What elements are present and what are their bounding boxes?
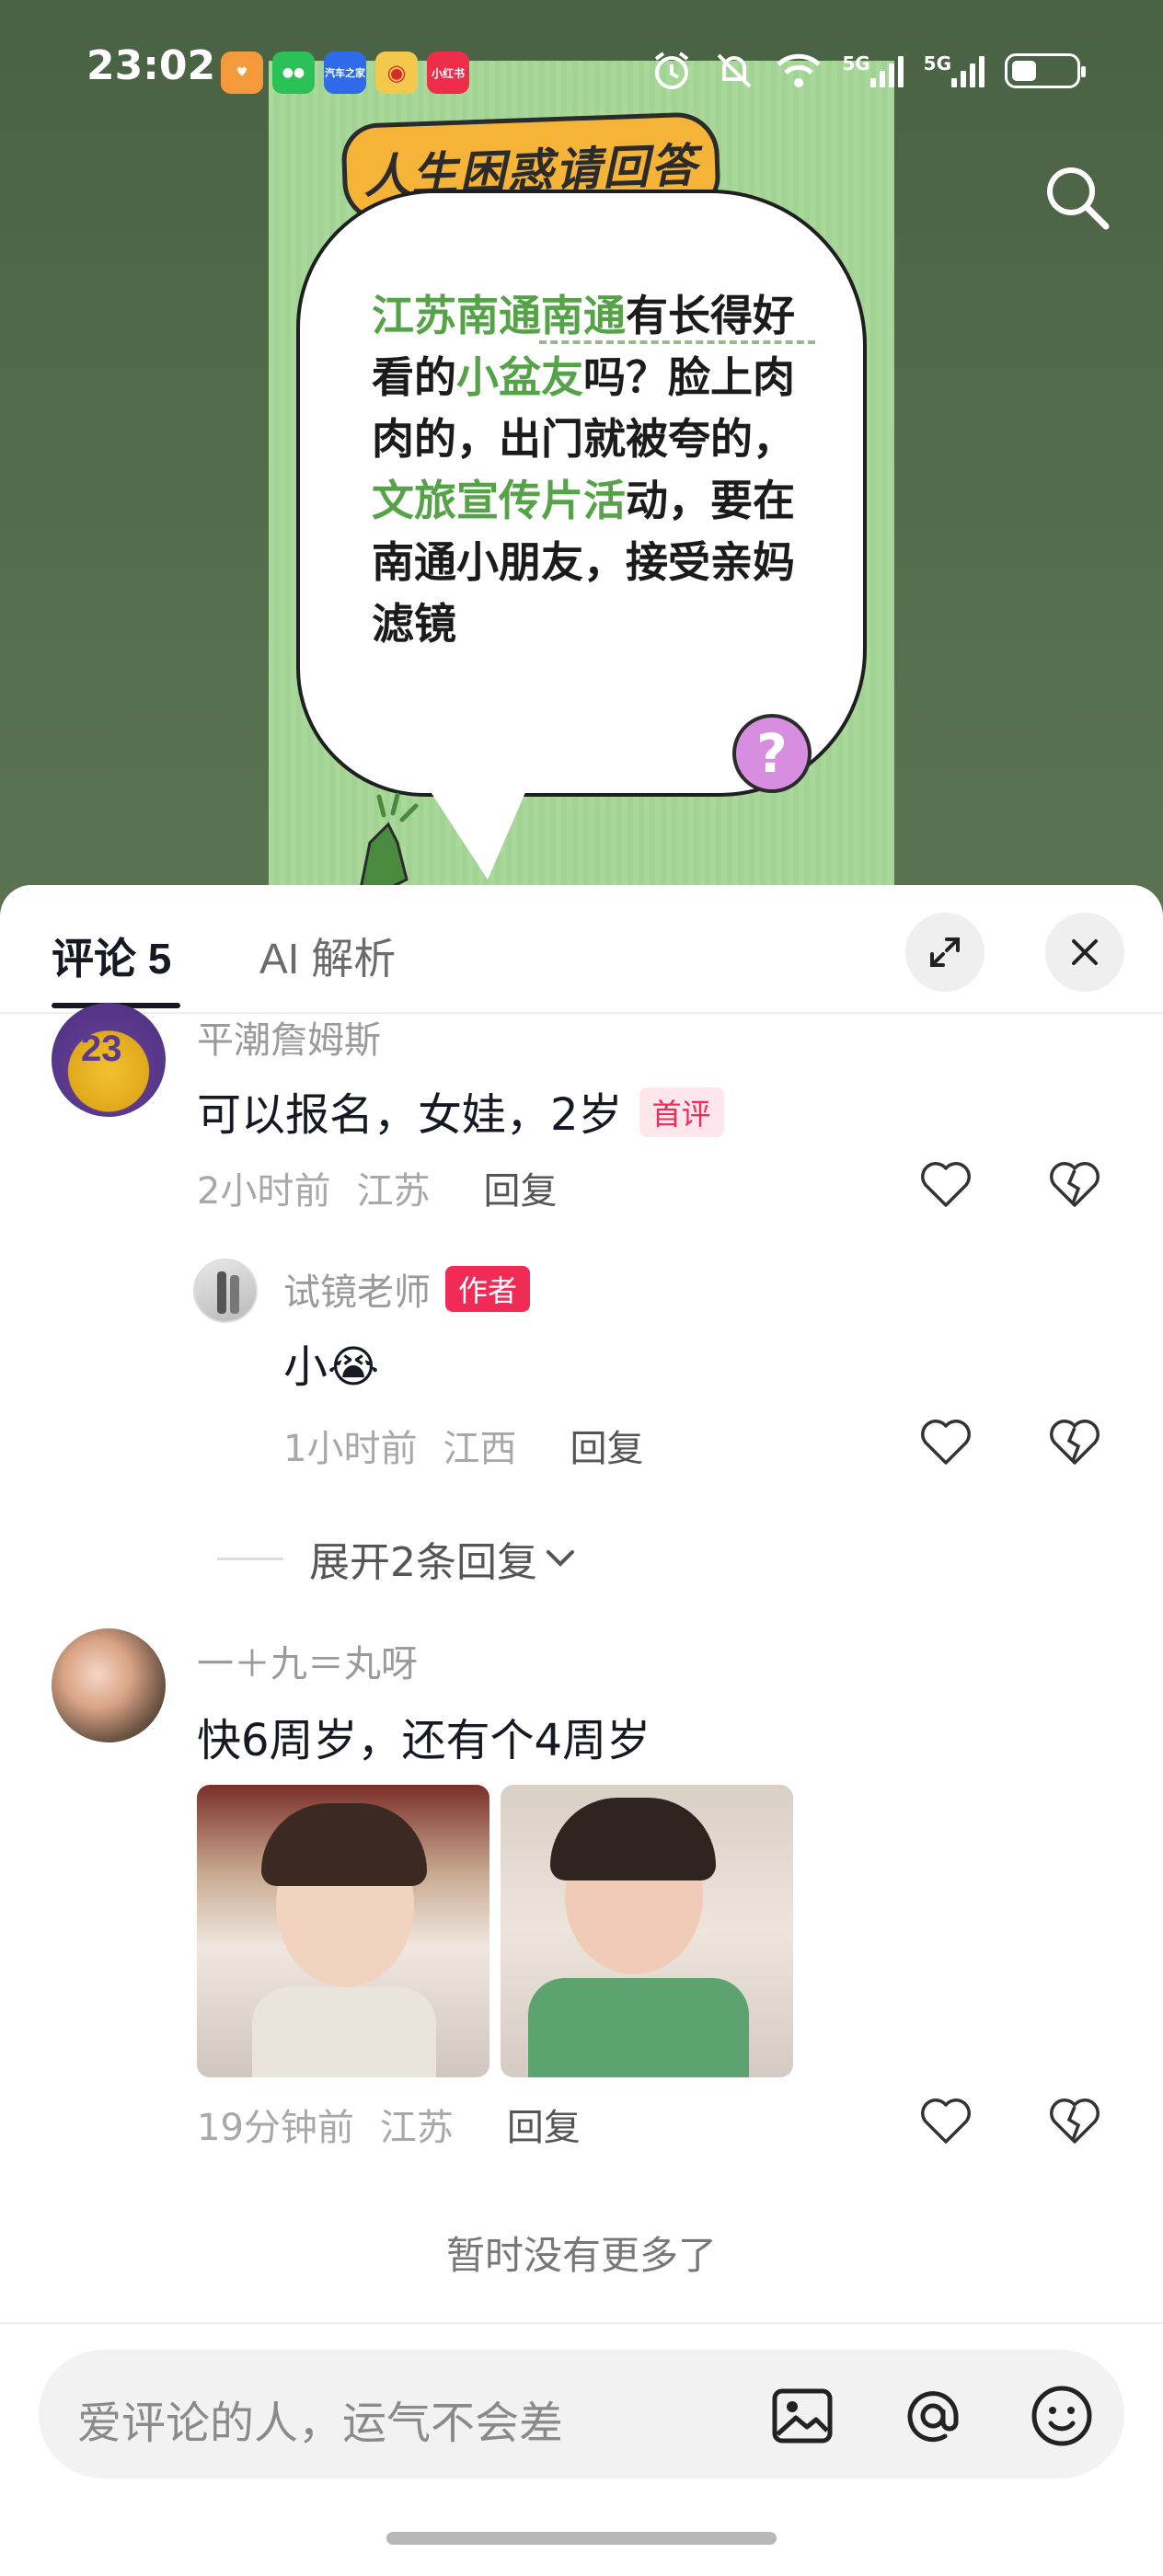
comment-username[interactable]: 一＋九＝丸呀 xyxy=(197,1634,418,1687)
network-label-2: 5G xyxy=(923,52,951,75)
expand-sheet-button[interactable] xyxy=(905,913,985,992)
battery-icon xyxy=(1005,53,1086,88)
heart-app-icon: ♥ xyxy=(221,52,263,94)
comment-meta: 2小时前 江苏 回复 xyxy=(197,1161,557,1214)
battery-fill xyxy=(1012,61,1036,81)
comment-time: 19分钟前 xyxy=(197,2107,354,2149)
crying-emoji-icon: 😭 xyxy=(328,1341,380,1393)
close-icon xyxy=(1072,939,1098,965)
broken-heart-icon[interactable] xyxy=(1047,2094,1102,2149)
image-icon xyxy=(772,2388,833,2444)
tab-comments[interactable]: 评论 5 xyxy=(52,926,171,986)
battery-tip xyxy=(1081,66,1086,77)
avatar[interactable]: 23 xyxy=(52,1003,166,1117)
network-label-1: 5G xyxy=(842,52,870,75)
reply-username-text: 试镜老师 xyxy=(283,1271,431,1314)
video-poster[interactable]: 人生困惑请回答 江苏南通南通有长得好看的小盆友吗？脸上肉肉的，出门就被夸的，文旅… xyxy=(269,61,894,911)
comment-photo[interactable] xyxy=(197,1785,489,2077)
image-picker-button[interactable] xyxy=(766,2379,839,2453)
signal-bars-icon xyxy=(951,54,985,87)
expand-divider xyxy=(217,1557,283,1560)
speech-bubble-tail xyxy=(416,769,535,880)
expand-icon xyxy=(930,937,960,967)
reply-button[interactable]: 回复 xyxy=(483,1161,557,1214)
emoji-button[interactable] xyxy=(1025,2379,1099,2453)
chevron-down-icon xyxy=(547,1550,574,1567)
comment-meta: 19分钟前 江苏 回复 xyxy=(197,2098,581,2151)
reply-button[interactable]: 回复 xyxy=(507,2098,581,2151)
comment-username[interactable]: 平潮詹姆斯 xyxy=(197,1010,381,1064)
expand-replies-button[interactable]: 展开2条回复 xyxy=(217,1529,578,1588)
poster-text-part: 小盆友 xyxy=(456,352,583,402)
weibo-icon: ◉ xyxy=(375,52,418,94)
expand-replies-label: 展开2条回复 xyxy=(309,1539,537,1586)
comment-photo[interactable] xyxy=(501,1785,793,2077)
status-time: 23:02 xyxy=(86,42,216,89)
autohome-icon: 汽车之家 xyxy=(324,52,366,94)
heart-icon[interactable] xyxy=(918,1415,973,1470)
reply-text[interactable]: 小😭 xyxy=(283,1330,379,1395)
reply-button[interactable]: 回复 xyxy=(570,1419,643,1472)
status-indicators: 5G 5G xyxy=(651,50,1086,92)
poster-text-part: 江苏南通南通 xyxy=(372,291,626,340)
sheet-header: 评论 5 AI 解析 xyxy=(0,885,1163,1014)
status-bar: 23:02 ♥ ●● 汽车之家 ◉ 小红书 5G 5G xyxy=(0,35,1163,109)
reply-username[interactable]: 试镜老师 作者 xyxy=(283,1262,531,1316)
search-icon xyxy=(1047,167,1110,230)
reply-meta: 1小时前 江西 回复 xyxy=(283,1419,643,1472)
comment-time: 2小时前 xyxy=(197,1170,331,1213)
wifi-icon xyxy=(777,53,822,87)
xiaohongshu-icon: 小红书 xyxy=(427,52,469,94)
wechat-icon: ●● xyxy=(272,52,315,94)
comment-input-placeholder: 爱评论的人，运气不会差 xyxy=(77,2398,564,2449)
smiley-icon xyxy=(1031,2386,1092,2446)
mention-button[interactable] xyxy=(896,2379,970,2453)
at-icon xyxy=(907,2391,959,2443)
status-app-icons: ♥ ●● 汽车之家 ◉ 小红书 xyxy=(221,52,469,94)
comment-body: 可以报名，女娃，2岁 xyxy=(197,1089,623,1141)
heart-icon[interactable] xyxy=(918,1157,973,1213)
poster-question-text: 江苏南通南通有长得好看的小盆友吗？脸上肉肉的，出门就被夸的，文旅宣传片活动，要在… xyxy=(372,285,804,655)
signal-2: 5G xyxy=(923,52,985,87)
mute-bell-icon xyxy=(717,53,752,88)
search-button[interactable] xyxy=(1040,160,1113,234)
avatar[interactable] xyxy=(52,1628,166,1742)
tab-ai-analysis[interactable]: AI 解析 xyxy=(259,926,396,986)
signal-1: 5G xyxy=(842,52,904,87)
author-badge: 作者 xyxy=(445,1266,531,1312)
no-more-label: 暂时没有更多了 xyxy=(445,2233,717,2278)
avatar[interactable] xyxy=(193,1259,258,1323)
comment-text[interactable]: 可以报名，女娃，2岁 首评 xyxy=(197,1078,724,1143)
broken-heart-icon[interactable] xyxy=(1047,1157,1102,1213)
comment-location: 江苏 xyxy=(379,2107,454,2149)
reply-location: 江西 xyxy=(443,1428,517,1470)
reply-time: 1小时前 xyxy=(283,1428,418,1470)
first-comment-badge: 首评 xyxy=(639,1087,724,1137)
reply-body: 小 xyxy=(283,1341,328,1393)
close-button[interactable] xyxy=(1045,913,1124,992)
comment-location: 江苏 xyxy=(356,1170,431,1213)
alarm-icon xyxy=(655,52,689,89)
signal-bars-icon xyxy=(869,54,904,87)
comment-text[interactable]: 快6周岁，还有个4周岁 xyxy=(197,1704,651,1768)
poster-text-part: 文旅宣传片活 xyxy=(372,476,626,525)
question-mark-icon: ? xyxy=(732,714,812,793)
heart-icon[interactable] xyxy=(918,2094,973,2149)
avatar-jersey-number: 23 xyxy=(81,1029,122,1069)
home-indicator[interactable] xyxy=(386,2532,777,2545)
comment-input[interactable]: 爱评论的人，运气不会差 xyxy=(39,2350,1124,2478)
comment-input-bar: 爱评论的人，运气不会差 xyxy=(0,2322,1163,2576)
clapping-hand-icon xyxy=(359,792,419,895)
broken-heart-icon[interactable] xyxy=(1047,1415,1102,1470)
